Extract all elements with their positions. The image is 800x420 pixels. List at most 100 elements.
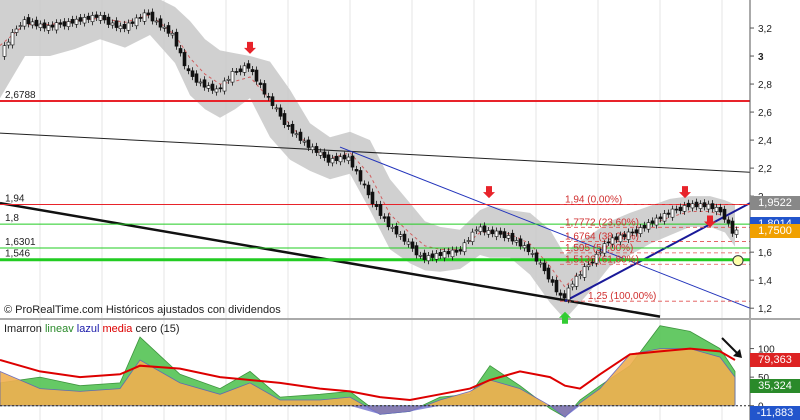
candle <box>446 250 451 255</box>
candle <box>106 16 111 25</box>
candle <box>382 216 387 219</box>
candle <box>542 262 547 272</box>
candle <box>450 249 455 258</box>
candle <box>210 83 215 91</box>
candle <box>638 227 643 234</box>
candle <box>650 220 655 224</box>
candle <box>470 231 475 242</box>
candle <box>54 22 59 31</box>
candle <box>426 255 431 262</box>
candle <box>378 204 383 216</box>
candle <box>74 18 79 25</box>
candle <box>290 123 295 134</box>
level-label: 1,546 <box>5 249 30 260</box>
candle <box>354 169 359 172</box>
y-tick-label: 1,2 <box>758 304 772 315</box>
candle <box>110 22 115 26</box>
candle <box>138 17 143 19</box>
candle <box>702 202 707 208</box>
candle <box>234 71 239 73</box>
fib-label: 1,5136 (61,80%) <box>565 254 639 265</box>
candle <box>606 241 611 244</box>
level-label: 2,6788 <box>5 90 36 101</box>
candle <box>198 81 203 84</box>
candle <box>206 85 211 89</box>
legend-cero: cero (15) <box>135 323 180 335</box>
candle <box>430 253 435 258</box>
legend-lazul: lazul <box>76 323 100 335</box>
candle <box>478 226 483 232</box>
level-label: 1,94 <box>5 194 25 205</box>
candle <box>298 131 303 141</box>
current-price-marker <box>732 255 744 267</box>
candle <box>482 225 487 233</box>
indicator-name: Imarron <box>4 323 42 335</box>
candle <box>658 216 663 220</box>
candle <box>414 245 419 256</box>
candle <box>182 52 187 67</box>
candle <box>614 236 619 240</box>
candle <box>254 69 259 82</box>
candle <box>598 251 603 254</box>
candle <box>42 22 47 29</box>
candle <box>622 234 627 238</box>
level-label: 1,6301 <box>5 237 36 248</box>
candle <box>474 229 479 232</box>
candle <box>242 65 247 73</box>
candle <box>386 216 391 228</box>
candle <box>10 32 15 46</box>
candle <box>318 151 323 156</box>
candle <box>718 207 723 213</box>
candle <box>362 183 367 186</box>
candle <box>162 26 167 29</box>
candle <box>266 96 271 98</box>
candle <box>126 22 131 31</box>
candle <box>274 107 279 110</box>
candle <box>526 244 531 253</box>
candle <box>186 68 191 72</box>
candle <box>370 191 375 205</box>
candle <box>214 88 219 93</box>
candle <box>390 227 395 229</box>
candle <box>22 19 27 27</box>
candle <box>158 18 163 28</box>
y-tick-label: 1,4 <box>758 276 772 287</box>
candle <box>418 255 423 257</box>
candle <box>726 219 731 224</box>
candle <box>518 238 523 247</box>
candle <box>486 230 491 235</box>
candle <box>590 261 595 264</box>
price-tag: 1,9522 <box>750 195 800 210</box>
candle <box>686 202 691 208</box>
candle <box>86 15 91 20</box>
y-axis-panel <box>750 0 800 318</box>
indicator-legend: Imarron lineav lazul media cero (15) <box>4 323 180 335</box>
candle <box>562 293 567 299</box>
credit-text: © ProRealTime.com Históricos ajustados c… <box>4 304 281 316</box>
candle <box>70 19 75 24</box>
candle <box>730 220 735 234</box>
candle <box>494 230 499 237</box>
candle <box>202 79 207 88</box>
candle <box>534 252 539 262</box>
candle <box>218 87 223 90</box>
candle <box>58 22 63 25</box>
candle <box>326 154 331 163</box>
candle <box>498 230 503 235</box>
candle <box>554 279 559 293</box>
candle <box>334 155 339 161</box>
candle <box>402 233 407 242</box>
candle <box>18 25 23 27</box>
y-tick-label: 2,2 <box>758 164 772 175</box>
candle <box>350 155 355 168</box>
candle <box>226 78 231 81</box>
candle <box>646 222 651 230</box>
candle <box>78 17 83 22</box>
candle <box>462 242 467 253</box>
candle <box>90 15 95 22</box>
candle <box>302 140 307 143</box>
candle <box>98 15 103 21</box>
y-tick-label: 2,4 <box>758 136 772 147</box>
candle <box>14 28 19 33</box>
candle <box>358 170 363 182</box>
